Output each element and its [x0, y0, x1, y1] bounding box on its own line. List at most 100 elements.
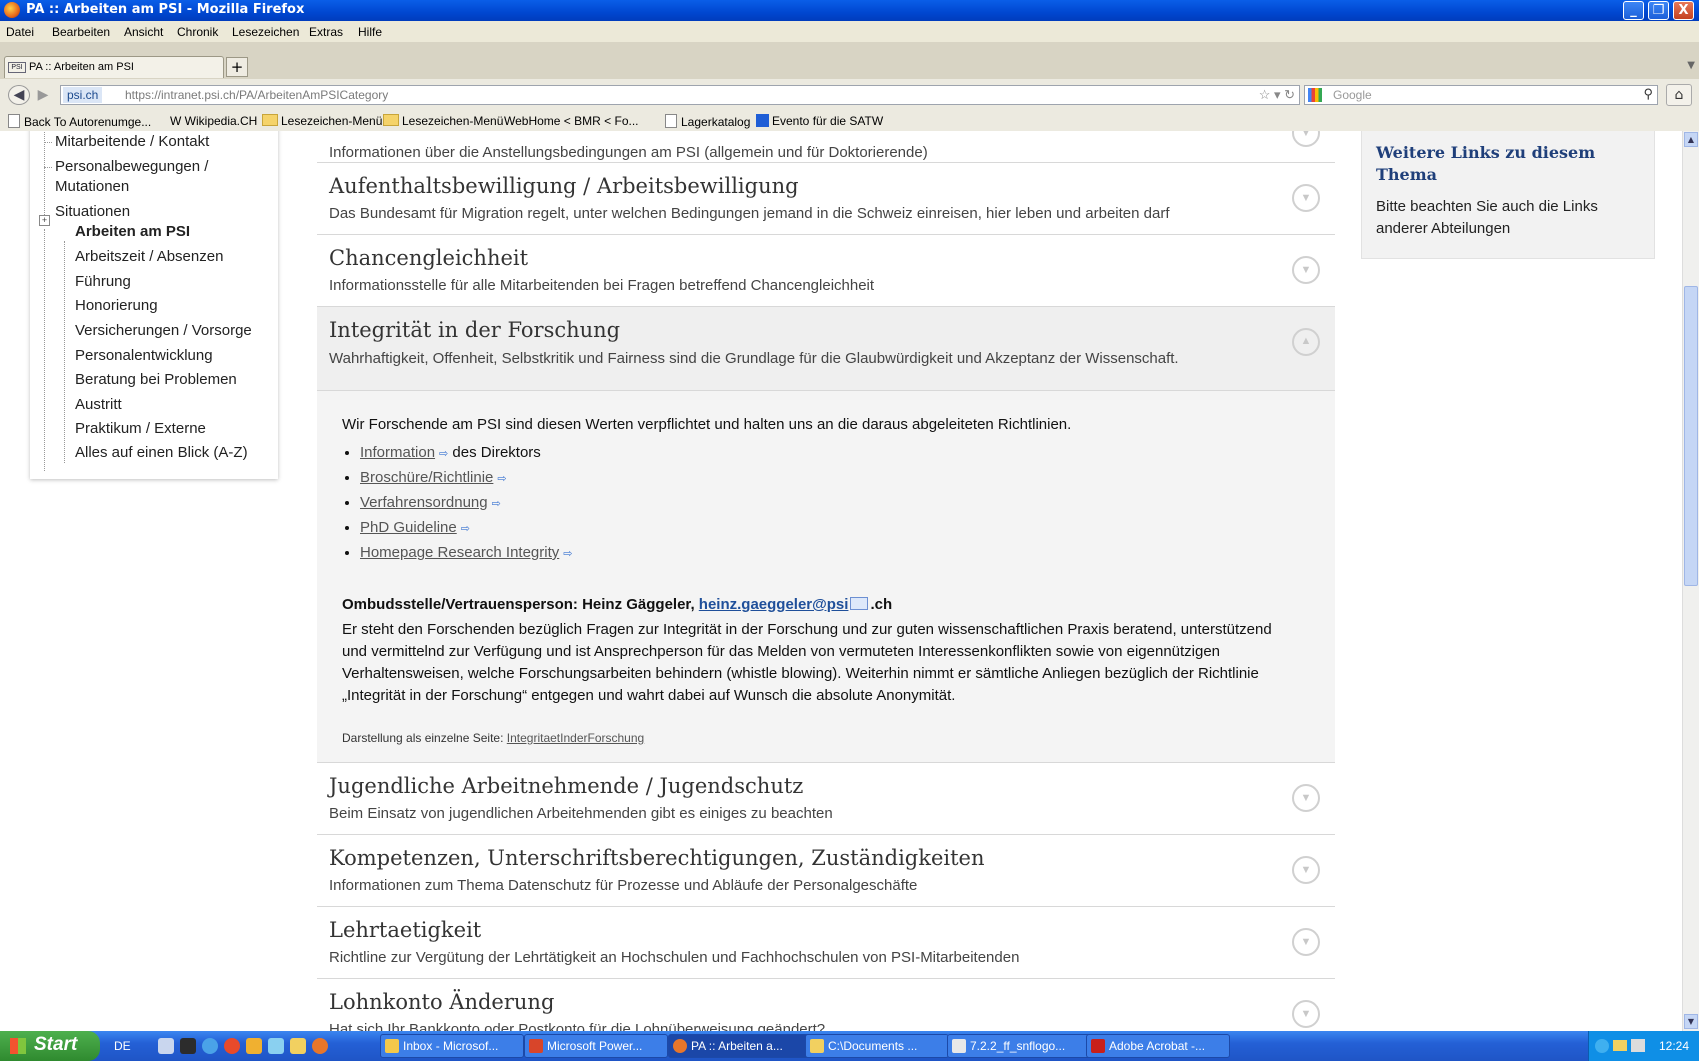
menu-ansicht[interactable]: Ansicht: [124, 25, 163, 39]
site-identity[interactable]: psi.ch: [63, 87, 103, 103]
accordion-item-title[interactable]: Aufenthaltsbewilligung / Arbeitsbewillig…: [329, 174, 799, 198]
minimize-button[interactable]: _: [1623, 1, 1644, 20]
reload-icon[interactable]: ↻: [1284, 87, 1295, 102]
chevron-down-icon[interactable]: ▼: [1292, 184, 1320, 212]
accordion-item-title[interactable]: Jugendliche Arbeitnehmende / Jugendschut…: [329, 774, 803, 798]
new-tab-button[interactable]: +: [226, 57, 248, 77]
sidebar-item-personalbewegungen[interactable]: Personalbewegungen /: [55, 158, 208, 175]
sidebar-sub-item[interactable]: Beratung bei Problemen: [75, 371, 237, 388]
back-button[interactable]: ◀: [8, 85, 30, 105]
quicklaunch-icon[interactable]: [268, 1038, 284, 1054]
chevron-down-icon[interactable]: ▼: [1292, 131, 1320, 147]
menu-extras[interactable]: Extras: [309, 25, 343, 39]
bookmark-item[interactable]: Back To Autorenumge...: [8, 114, 151, 129]
star-icon[interactable]: ☆: [1259, 87, 1271, 102]
link-information[interactable]: Information: [360, 444, 435, 461]
menu-hilfe[interactable]: Hilfe: [358, 25, 382, 39]
accordion-item[interactable]: Lohnkonto Änderung Hat sich Ihr Bankkont…: [317, 979, 1335, 1031]
quicklaunch-icon[interactable]: [180, 1038, 196, 1054]
tree-line: [64, 241, 65, 463]
chevron-down-icon[interactable]: ▼: [1292, 856, 1320, 884]
accordion-item[interactable]: Kompetenzen, Unterschriftsberechtigungen…: [317, 835, 1335, 907]
accordion-item[interactable]: Lehrtaetigkeit Richtline zur Vergütung d…: [317, 907, 1335, 979]
bookmark-item[interactable]: Lagerkatalog: [665, 114, 750, 129]
monitor-icon[interactable]: [1631, 1039, 1645, 1052]
sidebar-sub-item[interactable]: Alles auf einen Blick (A-Z): [75, 444, 248, 461]
vertical-scrollbar[interactable]: ▲ ▼: [1682, 131, 1699, 1031]
sidebar-sub-item[interactable]: Honorierung: [75, 297, 158, 314]
taskbar-button[interactable]: Adobe Acrobat -...: [1086, 1034, 1230, 1058]
taskbar-button[interactable]: Microsoft Power...: [524, 1034, 668, 1058]
taskbar-button[interactable]: Inbox - Microsof...: [380, 1034, 524, 1058]
language-indicator[interactable]: DE: [114, 1039, 131, 1053]
chevron-up-icon[interactable]: ▲: [1292, 328, 1320, 356]
accordion-item-title[interactable]: Kompetenzen, Unterschriftsberechtigungen…: [329, 846, 985, 870]
tab-active[interactable]: PSI PA :: Arbeiten am PSI: [4, 56, 224, 78]
start-button[interactable]: Start: [0, 1031, 100, 1061]
search-icon[interactable]: ⚲: [1643, 86, 1653, 102]
sidebar-sub-item[interactable]: Führung: [75, 273, 131, 290]
sidebar-sub-item[interactable]: Arbeitszeit / Absenzen: [75, 248, 223, 265]
bookmark-item[interactable]: Evento für die SATW: [756, 114, 883, 128]
search-bar[interactable]: Google ⚲: [1304, 85, 1658, 105]
menu-lesezeichen[interactable]: Lesezeichen: [232, 25, 299, 39]
chevron-down-icon[interactable]: ▼: [1292, 784, 1320, 812]
taskbar-button[interactable]: C:\Documents ...: [805, 1034, 949, 1058]
accordion-item-title[interactable]: Integrität in der Forschung: [329, 318, 620, 342]
tab-list-icon[interactable]: ▼: [1687, 60, 1695, 71]
taskbar-button-active[interactable]: PA :: Arbeiten a...: [668, 1034, 812, 1058]
sidebar-item-mitarbeitende[interactable]: Mitarbeitende / Kontakt: [55, 133, 209, 150]
quicklaunch-icon[interactable]: [158, 1038, 174, 1054]
link-research-integrity[interactable]: Homepage Research Integrity: [360, 544, 559, 561]
link-phd-guideline[interactable]: PhD Guideline: [360, 519, 457, 536]
menu-datei[interactable]: Datei: [6, 25, 34, 39]
scroll-up-icon[interactable]: ▲: [1684, 132, 1698, 147]
single-page-link[interactable]: IntegritaetInderForschung: [507, 731, 644, 745]
sidebar-item-situationen[interactable]: Situationen: [55, 203, 130, 220]
menu-chronik[interactable]: Chronik: [177, 25, 218, 39]
network-icon[interactable]: [1595, 1039, 1609, 1053]
sidebar-item-arbeiten-am-psi[interactable]: Arbeiten am PSI: [75, 223, 190, 240]
accordion-item[interactable]: Aufenthaltsbewilligung / Arbeitsbewillig…: [317, 163, 1335, 235]
accordion-item[interactable]: Jugendliche Arbeitnehmende / Jugendschut…: [317, 763, 1335, 835]
forward-button[interactable]: ▶: [34, 85, 52, 105]
accordion-item-title[interactable]: Chancengleichheit: [329, 246, 528, 270]
sidebar-sub-item[interactable]: Praktikum / Externe: [75, 420, 206, 437]
chevron-down-icon[interactable]: ▼: [1292, 1000, 1320, 1028]
close-button[interactable]: X: [1673, 1, 1694, 20]
link-verfahrensordnung[interactable]: Verfahrensordnung: [360, 494, 488, 511]
chevron-down-icon[interactable]: ▼: [1292, 928, 1320, 956]
bookmark-folder[interactable]: Lesezeichen-Menü: [383, 114, 503, 128]
taskbar-button[interactable]: 7.2.2_ff_snflogo...: [947, 1034, 1091, 1058]
url-bar[interactable]: psi.ch https://intranet.psi.ch/PA/Arbeit…: [60, 85, 1300, 105]
quicklaunch-icon[interactable]: [246, 1038, 262, 1054]
ombudsperson-email-link[interactable]: heinz.gaeggeler@psi: [699, 596, 849, 613]
quicklaunch-icon[interactable]: [290, 1038, 306, 1054]
sidebar-item-mutationen[interactable]: Mutationen: [55, 178, 129, 195]
sidebar-sub-item[interactable]: Austritt: [75, 396, 122, 413]
mail-tray-icon[interactable]: [1613, 1040, 1627, 1051]
firefox-quicklaunch-icon[interactable]: [312, 1038, 328, 1054]
home-button[interactable]: ⌂: [1666, 84, 1692, 106]
scroll-down-icon[interactable]: ▼: [1684, 1014, 1698, 1029]
link-broschuere[interactable]: Broschüre/Richtlinie: [360, 469, 493, 486]
bookmark-item[interactable]: WebHome < BMR < Fo...: [504, 114, 639, 128]
bookmark-folder[interactable]: Lesezeichen-Menü: [262, 114, 382, 128]
maximize-button[interactable]: ❐: [1648, 1, 1669, 20]
chevron-down-icon[interactable]: ▼: [1292, 256, 1320, 284]
expand-icon[interactable]: +: [39, 215, 50, 226]
accordion-item[interactable]: Informationen über die Anstellungsbeding…: [317, 131, 1335, 163]
quicklaunch-icon[interactable]: [202, 1038, 218, 1054]
menu-bearbeiten[interactable]: Bearbeiten: [52, 25, 110, 39]
sidebar-sub-item[interactable]: Versicherungen / Vorsorge: [75, 322, 252, 339]
sidebar-sub-item[interactable]: Personalentwicklung: [75, 347, 213, 364]
google-engine-icon[interactable]: [1308, 88, 1322, 102]
accordion-item[interactable]: Chancengleichheit Informationsstelle für…: [317, 235, 1335, 307]
accordion-item-title[interactable]: Lehrtaetigkeit: [329, 918, 481, 942]
url-text[interactable]: https://intranet.psi.ch/PA/ArbeitenAmPSI…: [125, 88, 388, 102]
accordion-item-open[interactable]: Integrität in der Forschung Wahrhaftigke…: [317, 307, 1335, 391]
scrollbar-thumb[interactable]: [1684, 286, 1698, 586]
bookmark-item[interactable]: W Wikipedia.CH: [170, 114, 257, 128]
quicklaunch-icon[interactable]: [224, 1038, 240, 1054]
accordion-item-title[interactable]: Lohnkonto Änderung: [329, 990, 554, 1014]
